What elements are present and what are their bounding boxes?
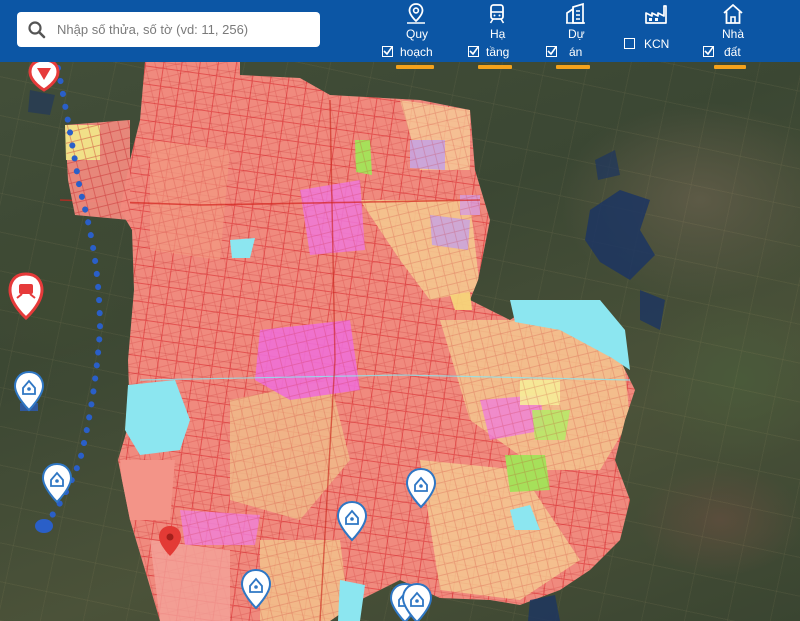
layer-active-indicator bbox=[556, 65, 590, 69]
layer-active-indicator bbox=[714, 65, 746, 69]
layer-label-line2: hoạch bbox=[400, 45, 433, 59]
layer-label-line2: án bbox=[569, 45, 583, 59]
layer-label-line1: Quy bbox=[406, 27, 429, 41]
house-icon bbox=[723, 4, 743, 24]
map-pin-icon bbox=[407, 3, 425, 24]
checkmark-icon bbox=[383, 46, 393, 56]
station-marker-icon[interactable] bbox=[8, 272, 44, 320]
layer-toggle-ha-tang[interactable]: Hạ tầng bbox=[462, 0, 528, 69]
checkmark-icon bbox=[547, 46, 557, 56]
layer-label-line2: tầng bbox=[486, 45, 510, 59]
layer-active-indicator bbox=[396, 65, 434, 69]
layer-checkbox[interactable] bbox=[703, 46, 714, 57]
house-marker-icon[interactable] bbox=[406, 468, 436, 508]
layer-checkbox[interactable] bbox=[546, 46, 557, 57]
factory-icon bbox=[645, 5, 667, 24]
location-pin-icon[interactable] bbox=[159, 526, 181, 556]
layer-checkbox[interactable] bbox=[468, 46, 479, 57]
train-icon bbox=[489, 4, 505, 24]
layer-active-indicator bbox=[478, 65, 512, 69]
layer-label-line1: Hạ bbox=[490, 27, 506, 41]
checkmark-icon bbox=[469, 46, 479, 56]
search-input[interactable] bbox=[55, 21, 309, 38]
layer-label-line2: KCN bbox=[644, 37, 670, 51]
layer-toggle-nha-dat[interactable]: Nhà đất bbox=[700, 0, 766, 69]
layer-toggle-kcn[interactable]: KCN bbox=[618, 0, 690, 62]
layer-toggle-quy-hoach[interactable]: Quy hoạch bbox=[378, 0, 454, 69]
layer-toggle-du-an[interactable]: Dự án bbox=[540, 0, 606, 69]
search-box[interactable] bbox=[17, 12, 320, 47]
search-icon bbox=[28, 20, 46, 38]
layer-label-line2: đất bbox=[724, 45, 741, 59]
layer-checkbox[interactable] bbox=[382, 46, 393, 57]
house-marker-icon[interactable] bbox=[14, 371, 44, 411]
map-view[interactable] bbox=[0, 0, 800, 621]
house-marker-icon[interactable] bbox=[337, 501, 367, 541]
warning-marker-icon[interactable] bbox=[28, 58, 60, 92]
house-marker-icon[interactable] bbox=[241, 569, 271, 609]
layer-checkbox[interactable] bbox=[624, 38, 635, 49]
house-marker-icon[interactable] bbox=[42, 463, 72, 503]
checkmark-icon bbox=[704, 46, 714, 56]
buildings-icon bbox=[566, 2, 585, 24]
top-toolbar: Quy hoạch Hạ tầng Dự án bbox=[0, 0, 800, 69]
layer-label-line1: Nhà bbox=[722, 27, 745, 41]
layer-label-line1: Dự bbox=[568, 27, 585, 41]
